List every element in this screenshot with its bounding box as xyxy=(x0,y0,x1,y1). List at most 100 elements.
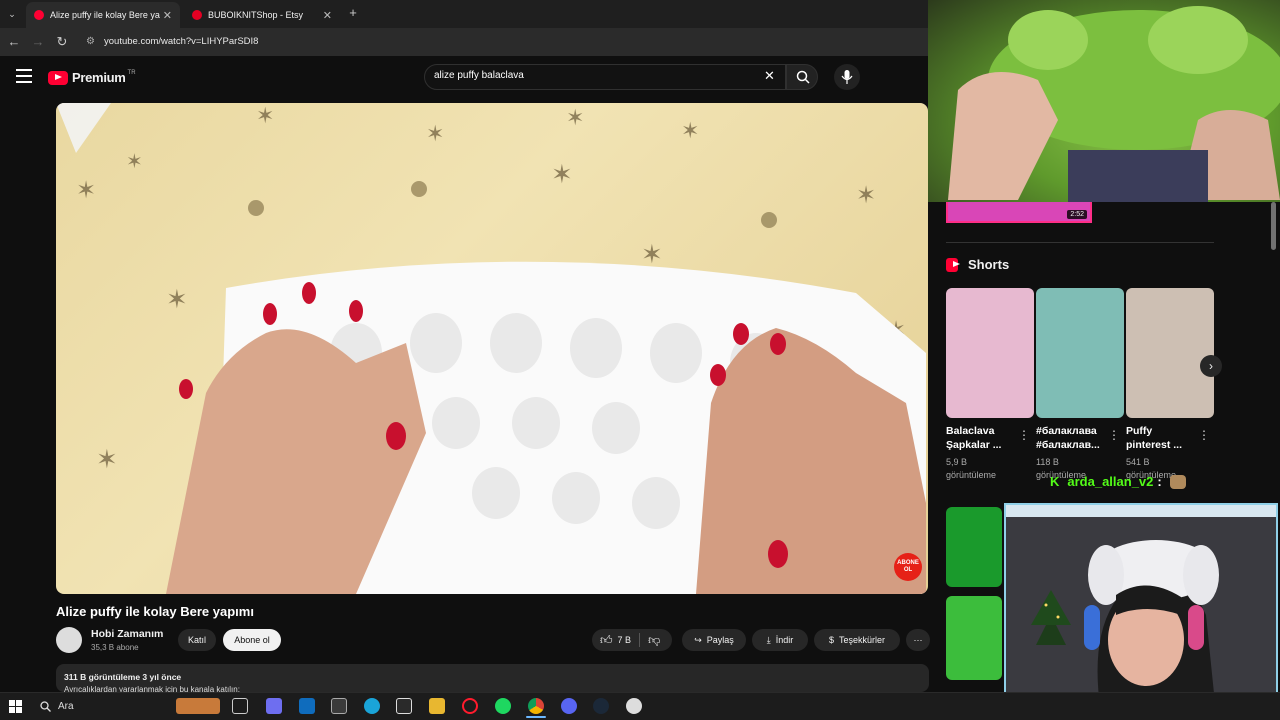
like-count[interactable]: 7 B xyxy=(618,635,632,645)
webcam-hands-image xyxy=(948,6,1280,202)
youtube-play-icon xyxy=(48,70,68,85)
related-video-thumbnail[interactable] xyxy=(946,596,1002,680)
tab-title: Alize puffy ile kolay Bere yapımı xyxy=(50,10,160,20)
steam-icon[interactable] xyxy=(593,698,609,714)
close-tab-icon[interactable]: ✕ xyxy=(163,9,172,22)
taskbar-search-label: Ara xyxy=(58,701,74,712)
widgets-icon[interactable] xyxy=(176,698,220,714)
cat-emote-icon xyxy=(1169,474,1186,489)
download-label: İndir xyxy=(775,635,794,645)
short-thumbnail[interactable] xyxy=(1036,288,1124,418)
share-label: Paylaş xyxy=(706,635,734,645)
kick-logo-icon: K xyxy=(1050,474,1060,489)
search-query: alize puffy balaclava xyxy=(434,70,524,81)
site-info-icon[interactable]: ⚙ xyxy=(86,32,95,52)
youtube-logo[interactable]: Premium TR xyxy=(48,70,136,85)
channel-avatar[interactable] xyxy=(56,627,82,653)
outlook-icon[interactable] xyxy=(299,698,315,714)
search-icon xyxy=(796,70,810,84)
related-video-thumbnail[interactable] xyxy=(946,507,1002,587)
subscribe-button[interactable]: Abone ol xyxy=(223,629,281,651)
thumbs-down-icon[interactable]: 👎︎ xyxy=(648,633,660,648)
search-button[interactable] xyxy=(786,64,818,90)
region-code: TR xyxy=(127,69,136,76)
divider xyxy=(639,633,641,647)
divider xyxy=(946,242,1214,243)
pinterest-favicon-icon xyxy=(192,10,202,20)
thanks-button[interactable]: $ Teşekkürler xyxy=(814,629,900,651)
obs-icon[interactable] xyxy=(626,698,642,714)
video-player[interactable]: ✶✶ ✶✶ ✶✶ ✶✶ ✶✶ ✶✶ ABONE xyxy=(56,103,928,594)
new-tab-button[interactable]: + xyxy=(345,5,361,21)
more-actions-button[interactable]: ⋯ xyxy=(906,629,930,651)
svg-text:✶: ✶ xyxy=(256,103,274,128)
copilot-icon[interactable] xyxy=(266,698,282,714)
epic-games-icon[interactable] xyxy=(396,698,412,714)
youtube-favicon-icon xyxy=(34,10,44,20)
more-options-icon[interactable]: ⋮ xyxy=(1018,428,1030,442)
short-thumbnail[interactable] xyxy=(946,288,1034,418)
address-bar[interactable]: ⚙ youtube.com/watch?v=LIHYParSDI8 xyxy=(80,32,926,52)
tab-search-chevron-icon[interactable]: ⌄ xyxy=(4,6,20,22)
shorts-header: Shorts xyxy=(946,257,1009,272)
short-title[interactable]: Balaclava Şapkalar ... xyxy=(946,424,1018,452)
taskbar-search[interactable]: Ara xyxy=(40,701,74,712)
svg-text:✶: ✶ xyxy=(856,182,876,209)
browser-tab-strip: ⌄ Alize puffy ile kolay Bere yapımı ✕ BU… xyxy=(0,0,928,28)
opera-icon[interactable] xyxy=(462,698,478,714)
scrollbar[interactable] xyxy=(1271,202,1276,250)
webcam-overlay-top xyxy=(928,0,1280,202)
like-dislike-group: 👍︎ 7 B 👎︎ xyxy=(592,629,672,651)
file-explorer-icon[interactable] xyxy=(429,698,445,714)
browser-tab-youtube[interactable]: Alize puffy ile kolay Bere yapımı ✕ xyxy=(26,2,180,28)
svg-text:✶: ✶ xyxy=(96,444,118,474)
reload-icon[interactable]: ↻ xyxy=(54,34,70,50)
short-thumbnail[interactable] xyxy=(1126,288,1214,418)
more-options-icon[interactable]: ⋮ xyxy=(1198,428,1210,442)
svg-text:✶: ✶ xyxy=(76,177,96,204)
task-view-icon[interactable] xyxy=(232,698,248,714)
download-button[interactable]: ⤓ İndir xyxy=(752,629,808,651)
video-duration: 2:52 xyxy=(1067,210,1087,219)
shorts-icon xyxy=(946,257,960,272)
related-video-thumbnail[interactable]: 2:52 xyxy=(946,202,1092,223)
start-menu-icon[interactable] xyxy=(9,700,22,713)
subscriber-count: 35,3 B abone xyxy=(91,643,139,652)
description-box[interactable]: 311 B görüntüleme 3 yıl önce Ayrıcalıkla… xyxy=(56,664,929,694)
more-options-icon[interactable]: ⋮ xyxy=(1108,428,1120,442)
svg-text:✶: ✶ xyxy=(551,159,573,189)
thumbs-up-icon[interactable]: 👍︎ xyxy=(600,633,613,648)
back-arrow-icon[interactable]: ← xyxy=(6,34,22,50)
tab-title: BUBOIKNITShop - Etsy xyxy=(208,10,304,20)
thanks-icon: $ xyxy=(828,635,834,645)
forward-arrow-icon[interactable]: → xyxy=(30,34,46,50)
join-button[interactable]: Katıl xyxy=(178,629,216,651)
subscribe-watermark-badge[interactable]: ABONE OL xyxy=(894,553,922,581)
download-icon: ⤓ xyxy=(766,634,771,645)
shorts-next-button[interactable]: › xyxy=(1200,355,1222,377)
streamer-name: arda_allan_v2 xyxy=(1067,474,1154,489)
channel-name[interactable]: Hobi Zamanım xyxy=(91,628,163,640)
url-text: youtube.com/watch?v=LIHYParSDI8 xyxy=(104,36,259,47)
edge-icon[interactable] xyxy=(364,698,380,714)
browser-tab-etsy[interactable]: BUBOIKNITShop - Etsy ✕ xyxy=(184,2,340,28)
discord-icon[interactable] xyxy=(561,698,577,714)
clear-search-icon[interactable]: ✕ xyxy=(764,68,775,84)
badge-line-2: OL xyxy=(903,567,913,573)
streamer-camera-image xyxy=(1006,505,1276,713)
svg-text:✶: ✶ xyxy=(641,239,663,269)
short-title[interactable]: #балаклава #балаклав... xyxy=(1036,424,1108,452)
webcam-overlay-streamer xyxy=(1004,503,1278,715)
short-views: 5,9 B görüntüleme xyxy=(946,457,997,480)
spotify-icon[interactable] xyxy=(495,698,511,714)
voice-search-button[interactable] xyxy=(834,64,860,90)
menu-hamburger-icon[interactable] xyxy=(16,69,32,83)
svg-text:✶: ✶ xyxy=(566,105,584,130)
chrome-icon[interactable] xyxy=(528,698,544,714)
share-button[interactable]: ↪ Paylaş xyxy=(682,629,746,651)
close-tab-icon[interactable]: ✕ xyxy=(323,9,332,22)
short-title[interactable]: Puffy pinterest ... xyxy=(1126,424,1198,452)
store-icon[interactable] xyxy=(331,698,347,714)
svg-text:✶: ✶ xyxy=(126,151,143,173)
view-stats: 311 B görüntüleme 3 yıl önce xyxy=(64,672,182,682)
